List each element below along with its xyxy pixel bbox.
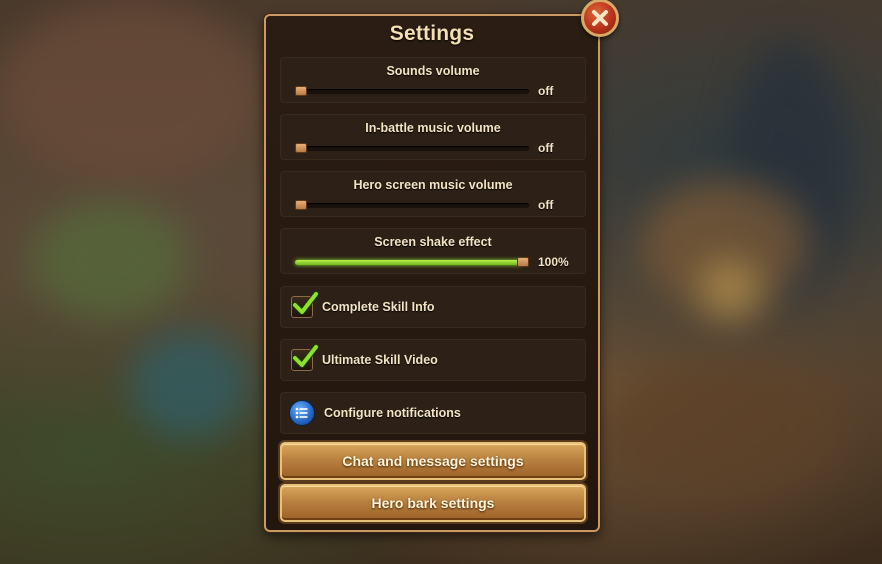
checkbox-label: Ultimate Skill Video (322, 353, 438, 367)
slider-label: Screen shake effect (374, 235, 492, 249)
in-battle-music-volume-slider[interactable] (295, 143, 529, 153)
list-icon[interactable] (289, 400, 315, 426)
close-button[interactable] (581, 0, 619, 37)
checkmark-icon (292, 344, 319, 368)
slider-value: 100% (538, 255, 569, 269)
slider-value: off (538, 198, 554, 212)
hero-bark-settings-button[interactable]: Hero bark settings (280, 484, 586, 522)
slider-label: In-battle music volume (365, 121, 501, 135)
dialog-title: Settings (389, 22, 475, 45)
hero-screen-music-volume-row: Hero screen music volume off (280, 171, 586, 217)
screen-shake-effect-row: Screen shake effect 100% (280, 228, 586, 274)
ultimate-skill-video-checkbox[interactable] (291, 344, 319, 371)
slider-thumb[interactable] (295, 200, 307, 210)
slider-label: Hero screen music volume (353, 178, 513, 192)
complete-skill-info-checkbox[interactable] (291, 291, 319, 318)
complete-skill-info-row[interactable]: Complete Skill Info (280, 286, 586, 328)
ultimate-skill-video-row[interactable]: Ultimate Skill Video (280, 339, 586, 381)
checkmark-icon (292, 291, 319, 315)
sounds-volume-slider[interactable] (295, 86, 529, 96)
checkbox-label: Complete Skill Info (322, 300, 435, 314)
sounds-volume-row: Sounds volume off (280, 57, 586, 103)
configure-notifications-row[interactable]: Configure notifications (280, 392, 586, 434)
slider-fill (295, 260, 523, 265)
slider-value: off (538, 84, 554, 98)
slider-value: off (538, 141, 554, 155)
slider-thumb[interactable] (295, 86, 307, 96)
close-icon (592, 10, 608, 26)
screen-shake-effect-slider[interactable] (295, 257, 529, 267)
slider-thumb[interactable] (295, 143, 307, 153)
configure-notifications-label: Configure notifications (324, 406, 461, 420)
slider-thumb[interactable] (517, 257, 529, 267)
slider-label: Sounds volume (386, 64, 480, 78)
hero-screen-music-volume-slider[interactable] (295, 200, 529, 210)
in-battle-music-volume-row: In-battle music volume off (280, 114, 586, 160)
chat-message-settings-button[interactable]: Chat and message settings (280, 442, 586, 480)
